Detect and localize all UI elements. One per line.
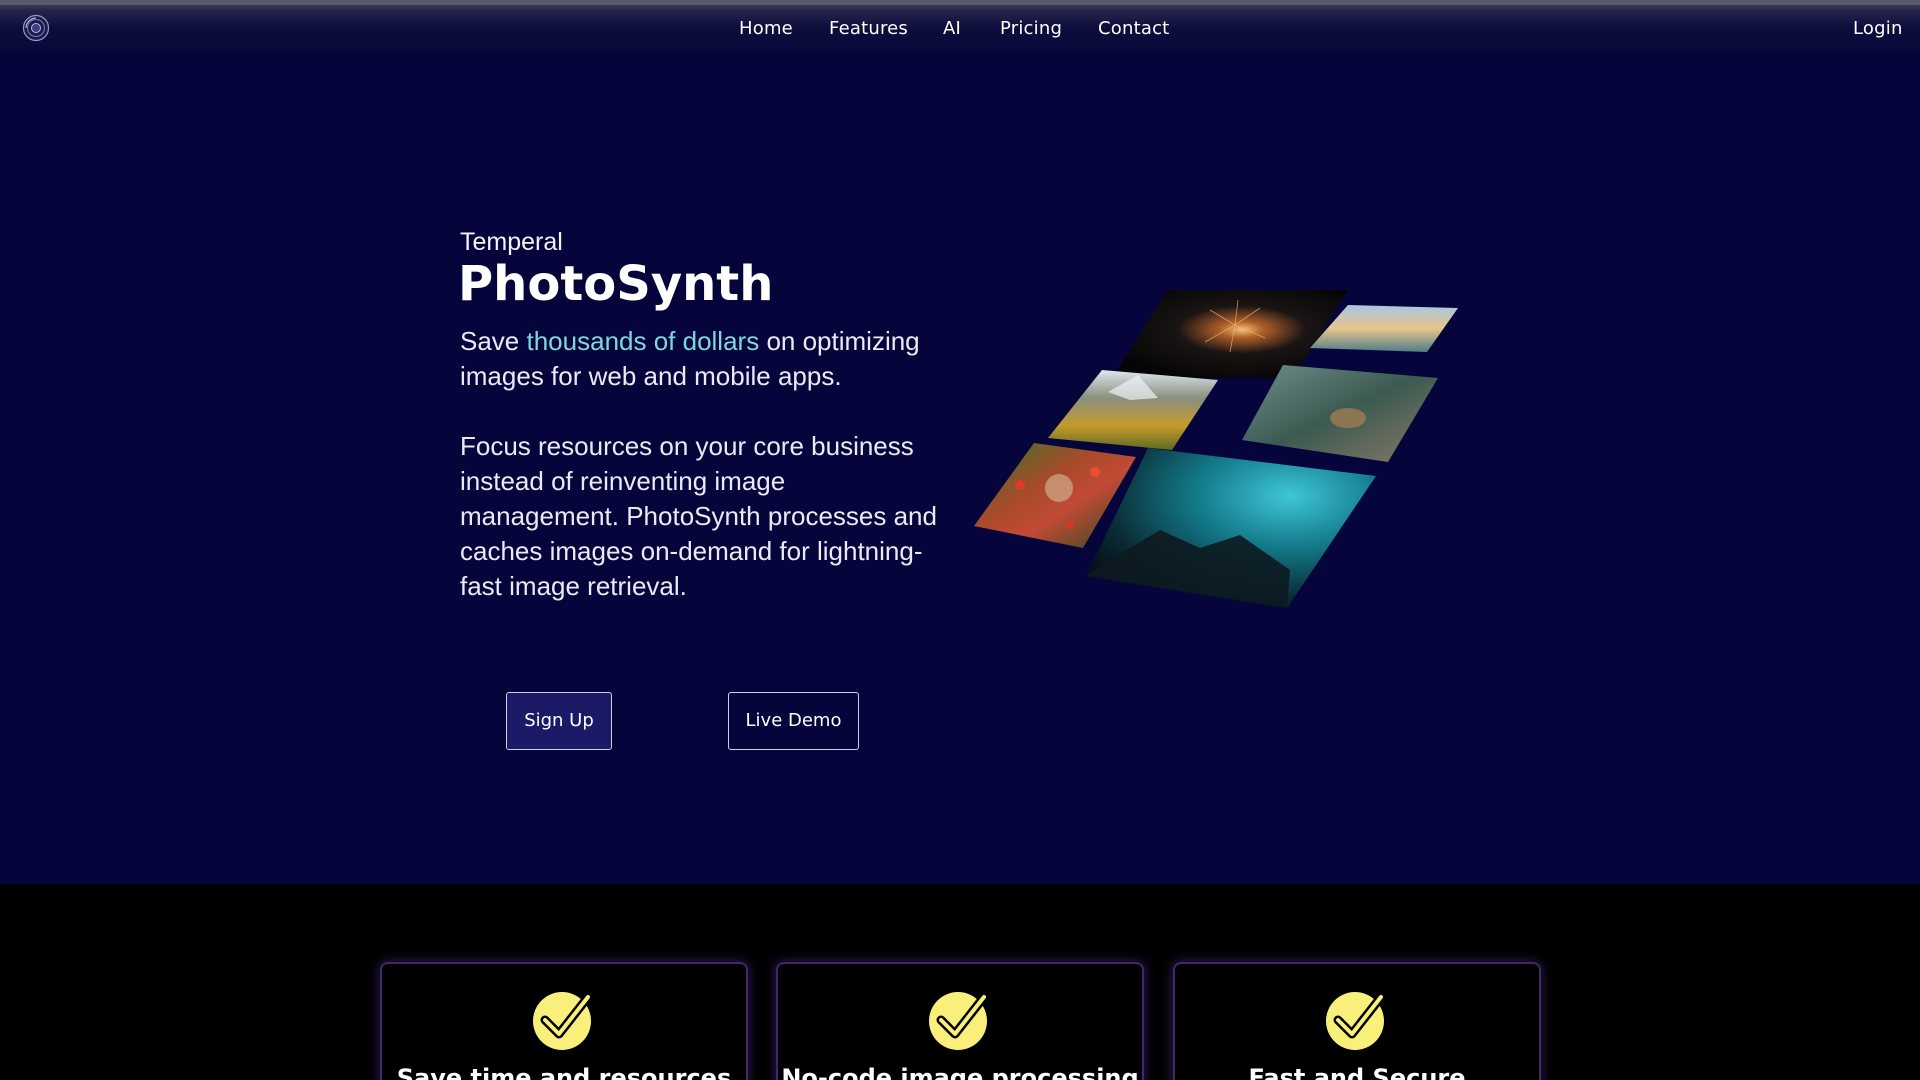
- top-nav-bar: Home Features AI Pricing Contact Login: [0, 0, 1920, 57]
- nav-features-link[interactable]: Features: [829, 18, 908, 39]
- check-badge-icon: [533, 992, 593, 1050]
- live-demo-button[interactable]: Live Demo: [728, 692, 859, 750]
- nav-contact-link[interactable]: Contact: [1098, 18, 1169, 39]
- hero-section: Temperal PhotoSynth Save thousands of do…: [0, 52, 1920, 884]
- flower-2: [1090, 467, 1100, 477]
- tagline-text-start: Save: [460, 326, 527, 356]
- nav-home-link[interactable]: Home: [739, 18, 793, 39]
- nav-pricing-link[interactable]: Pricing: [1000, 18, 1062, 39]
- hero-tagline: Save thousands of dollars on optimizing …: [460, 324, 960, 394]
- photo-mosaic: [960, 280, 1480, 620]
- nav-ai-link[interactable]: AI: [943, 18, 961, 39]
- main-nav: Home Features AI Pricing Contact Login: [0, 5, 1920, 57]
- orb-logo-icon[interactable]: [22, 14, 50, 42]
- check-badge-icon: [929, 992, 989, 1050]
- flower-3: [1066, 521, 1074, 529]
- photo-mosaic-graphic: [974, 290, 1458, 608]
- portrait-face: [1045, 474, 1073, 502]
- features-section: Save time and resources No-code image pr…: [0, 884, 1920, 1080]
- sign-up-button[interactable]: Sign Up: [506, 692, 612, 750]
- product-title: PhotoSynth: [458, 256, 774, 312]
- feature-card-title: No-code image processing: [781, 1064, 1139, 1080]
- login-link[interactable]: Login: [1853, 18, 1903, 39]
- feature-card-title: Fast and Secure: [1248, 1064, 1466, 1080]
- flower-1: [1015, 480, 1025, 490]
- deer-shape: [1330, 408, 1366, 428]
- hero-description: Focus resources on your core business in…: [460, 431, 937, 601]
- feature-card-title: Save time and resources: [396, 1064, 732, 1080]
- fireworks-photo: [1112, 290, 1348, 378]
- feature-card: No-code image processing: [776, 962, 1144, 1080]
- page: Home Features AI Pricing Contact Login T…: [0, 0, 1920, 1080]
- check-badge-icon: [1326, 992, 1386, 1050]
- company-name: Temperal: [460, 228, 563, 256]
- tagline-highlight: thousands of dollars: [526, 326, 760, 356]
- feature-card: Save time and resources: [380, 962, 748, 1080]
- feature-card: Fast and Secure: [1173, 962, 1541, 1080]
